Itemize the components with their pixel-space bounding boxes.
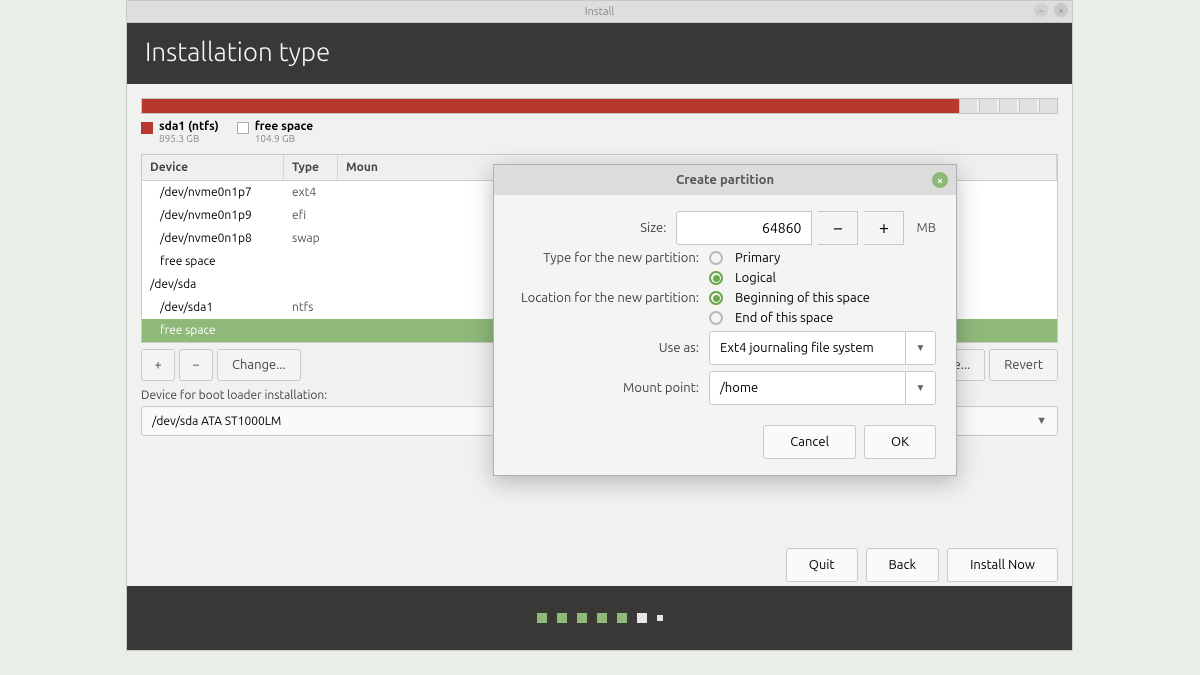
size-decrement-button[interactable]: − [818,211,858,245]
radio-logical[interactable] [709,271,723,285]
mount-label: Mount point: [514,381,709,395]
chevron-down-icon: ▼ [905,372,935,404]
installer-window: Install − × Installation type sda1 (ntf [126,0,1073,651]
type-label: Type for the new partition: [514,251,709,265]
useas-label: Use as: [514,341,709,355]
location-label: Location for the new partition: [514,291,709,305]
size-label: Size: [514,221,676,235]
radio-beginning[interactable] [709,291,723,305]
radio-primary[interactable] [709,251,723,265]
size-unit: MB [916,221,936,235]
useas-select[interactable]: Ext4 journaling file system ▼ [709,331,936,365]
radio-end[interactable] [709,311,723,325]
size-input[interactable] [676,211,812,245]
size-increment-button[interactable]: + [864,211,904,245]
chevron-down-icon: ▼ [905,332,935,364]
dialog-close-button[interactable]: × [932,172,948,188]
dialog-cancel-button[interactable]: Cancel [763,425,856,459]
create-partition-dialog: Create partition × Size: − + MB Type for… [493,164,957,476]
dialog-ok-button[interactable]: OK [864,425,936,459]
dialog-title: Create partition [676,173,774,187]
mount-point-select[interactable]: /home ▼ [709,371,936,405]
